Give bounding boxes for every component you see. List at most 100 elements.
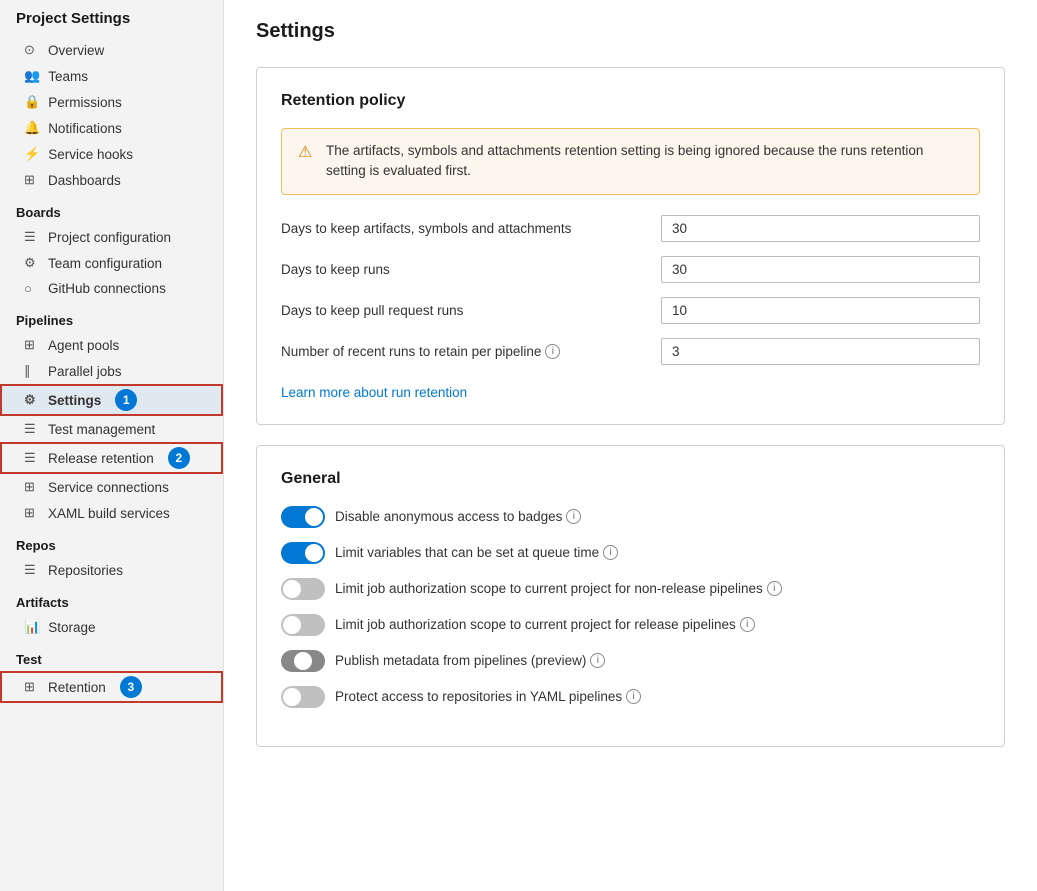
toggle-knob <box>283 616 301 634</box>
field-days-artifacts: Days to keep artifacts, symbols and atta… <box>281 215 980 242</box>
sidebar-label-project-config: Project configuration <box>48 230 171 245</box>
dashboards-icon: ⊞ <box>24 172 40 188</box>
xaml-build-icon: ⊞ <box>24 505 40 521</box>
sidebar-item-notifications[interactable]: 🔔 Notifications <box>0 115 223 141</box>
warning-icon: ⚠ <box>298 142 316 162</box>
sidebar-label-dashboards: Dashboards <box>48 173 121 188</box>
sidebar-item-retention[interactable]: ⊞ Retention 3 <box>0 671 223 703</box>
protect-yaml-info-icon[interactable]: i <box>626 689 641 704</box>
publish-metadata-info-icon[interactable]: i <box>590 653 605 668</box>
label-days-artifacts: Days to keep artifacts, symbols and atta… <box>281 221 661 236</box>
section-pipelines: Pipelines <box>0 301 223 332</box>
limit-job-auth-release-info-icon[interactable]: i <box>740 617 755 632</box>
sidebar-label-repositories: Repositories <box>48 563 123 578</box>
sidebar-item-agent-pools[interactable]: ⊞ Agent pools <box>0 332 223 358</box>
sidebar-label-service-connections: Service connections <box>48 480 169 495</box>
settings-icon: ⚙ <box>24 392 40 408</box>
sidebar-label-permissions: Permissions <box>48 95 122 110</box>
team-config-icon: ⚙ <box>24 255 40 271</box>
sidebar-label-team-config: Team configuration <box>48 256 162 271</box>
input-days-artifacts[interactable] <box>661 215 980 242</box>
toggle-label-protect-yaml: Protect access to repositories in YAML p… <box>335 689 641 704</box>
toggle-knob <box>294 652 312 670</box>
service-connections-icon: ⊞ <box>24 479 40 495</box>
sidebar-item-teams[interactable]: 👥 Teams <box>0 63 223 89</box>
limit-vars-info-icon[interactable]: i <box>603 545 618 560</box>
input-days-runs[interactable] <box>661 256 980 283</box>
toggle-label-disable-anon: Disable anonymous access to badges i <box>335 509 581 524</box>
section-boards: Boards <box>0 193 223 224</box>
sidebar-item-parallel-jobs[interactable]: ∥ Parallel jobs <box>0 358 223 384</box>
sidebar-label-github-connections: GitHub connections <box>48 281 166 296</box>
input-days-pr-runs[interactable] <box>661 297 980 324</box>
sidebar-item-permissions[interactable]: 🔒 Permissions <box>0 89 223 115</box>
section-repos: Repos <box>0 526 223 557</box>
settings-badge: 1 <box>115 389 137 411</box>
teams-icon: 👥 <box>24 68 40 84</box>
label-recent-runs: Number of recent runs to retain per pipe… <box>281 344 661 359</box>
sidebar-title: Project Settings <box>0 0 223 37</box>
toggle-label-limit-vars: Limit variables that can be set at queue… <box>335 545 618 560</box>
retention-policy-card: Retention policy ⚠ The artifacts, symbol… <box>256 67 1005 425</box>
toggle-label-limit-job-auth-non-release: Limit job authorization scope to current… <box>335 581 782 596</box>
sidebar-label-xaml-build: XAML build services <box>48 506 170 521</box>
label-days-pr-runs: Days to keep pull request runs <box>281 303 661 318</box>
sidebar-item-service-hooks[interactable]: ⚡ Service hooks <box>0 141 223 167</box>
parallel-jobs-icon: ∥ <box>24 363 40 379</box>
sidebar-item-release-retention[interactable]: ☰ Release retention 2 <box>0 442 223 474</box>
sidebar-item-storage[interactable]: 📊 Storage <box>0 614 223 640</box>
sidebar-label-notifications: Notifications <box>48 121 122 136</box>
toggle-knob <box>305 544 323 562</box>
sidebar-item-settings[interactable]: ⚙ Settings 1 <box>0 384 223 416</box>
toggle-row-limit-job-auth-non-release: Limit job authorization scope to current… <box>281 578 980 600</box>
notifications-icon: 🔔 <box>24 120 40 136</box>
sidebar-item-xaml-build[interactable]: ⊞ XAML build services <box>0 500 223 526</box>
overview-icon: ⊙ <box>24 42 40 58</box>
sidebar-item-dashboards[interactable]: ⊞ Dashboards <box>0 167 223 193</box>
sidebar-label-test-management: Test management <box>48 422 155 437</box>
limit-job-auth-non-release-info-icon[interactable]: i <box>767 581 782 596</box>
sidebar-item-github-connections[interactable]: ○ GitHub connections <box>0 276 223 301</box>
warning-text: The artifacts, symbols and attachments r… <box>326 141 963 182</box>
retention-icon: ⊞ <box>24 679 40 695</box>
permissions-icon: 🔒 <box>24 94 40 110</box>
warning-banner: ⚠ The artifacts, symbols and attachments… <box>281 128 980 195</box>
sidebar-item-repositories[interactable]: ☰ Repositories <box>0 557 223 583</box>
sidebar-item-service-connections[interactable]: ⊞ Service connections <box>0 474 223 500</box>
input-recent-runs[interactable] <box>661 338 980 365</box>
toggle-protect-yaml-repos[interactable] <box>281 686 325 708</box>
sidebar-item-team-config[interactable]: ⚙ Team configuration <box>0 250 223 276</box>
sidebar-item-test-management[interactable]: ☰ Test management <box>0 416 223 442</box>
toggle-publish-metadata[interactable] <box>281 650 325 672</box>
learn-more-link[interactable]: Learn more about run retention <box>281 385 467 400</box>
toggle-knob <box>305 508 323 526</box>
test-management-icon: ☰ <box>24 421 40 437</box>
toggle-knob <box>283 580 301 598</box>
toggle-row-protect-yaml: Protect access to repositories in YAML p… <box>281 686 980 708</box>
toggle-knob <box>283 688 301 706</box>
agent-pools-icon: ⊞ <box>24 337 40 353</box>
toggle-limit-job-auth-non-release[interactable] <box>281 578 325 600</box>
sidebar-item-project-config[interactable]: ☰ Project configuration <box>0 224 223 250</box>
label-days-runs: Days to keep runs <box>281 262 661 277</box>
disable-anon-info-icon[interactable]: i <box>566 509 581 524</box>
project-config-icon: ☰ <box>24 229 40 245</box>
sidebar-item-overview[interactable]: ⊙ Overview <box>0 37 223 63</box>
toggle-limit-vars-queue[interactable] <box>281 542 325 564</box>
release-retention-badge: 2 <box>168 447 190 469</box>
recent-runs-info-icon[interactable]: i <box>545 344 560 359</box>
toggle-row-disable-anon: Disable anonymous access to badges i <box>281 506 980 528</box>
toggle-row-limit-vars: Limit variables that can be set at queue… <box>281 542 980 564</box>
release-retention-icon: ☰ <box>24 450 40 466</box>
field-recent-runs: Number of recent runs to retain per pipe… <box>281 338 980 365</box>
toggle-row-publish-metadata: Publish metadata from pipelines (preview… <box>281 650 980 672</box>
sidebar-label-retention: Retention <box>48 680 106 695</box>
toggle-label-publish-metadata: Publish metadata from pipelines (preview… <box>335 653 605 668</box>
sidebar-label-service-hooks: Service hooks <box>48 147 133 162</box>
toggle-limit-job-auth-release[interactable] <box>281 614 325 636</box>
repositories-icon: ☰ <box>24 562 40 578</box>
sidebar-label-settings: Settings <box>48 393 101 408</box>
toggle-disable-anon-badges[interactable] <box>281 506 325 528</box>
field-days-pr-runs: Days to keep pull request runs <box>281 297 980 324</box>
section-artifacts: Artifacts <box>0 583 223 614</box>
